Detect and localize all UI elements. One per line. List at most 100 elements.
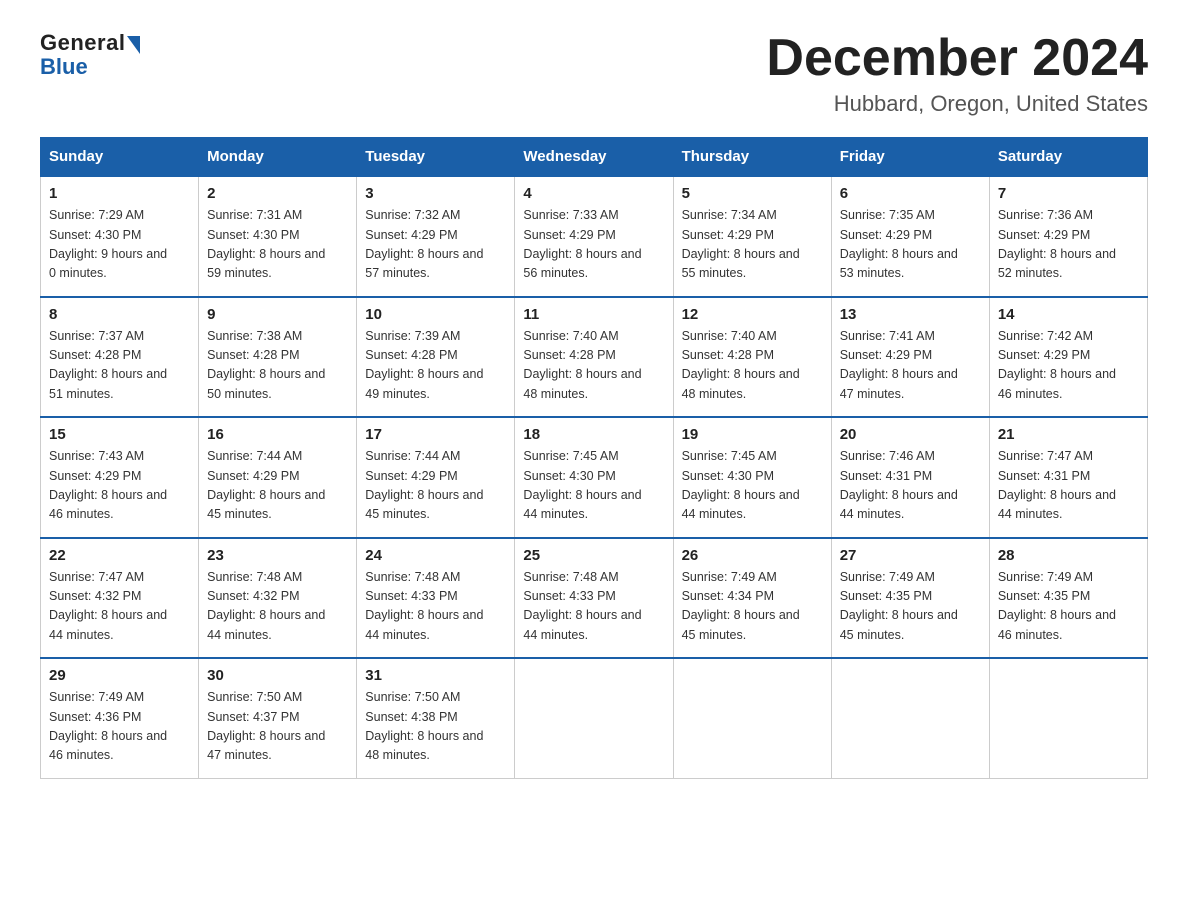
logo: General Blue — [40, 30, 140, 80]
day-number: 30 — [207, 667, 348, 684]
day-number: 25 — [523, 547, 664, 564]
day-number: 20 — [840, 426, 981, 443]
calendar-header-row: SundayMondayTuesdayWednesdayThursdayFrid… — [41, 138, 1148, 177]
calendar-week-row: 15 Sunrise: 7:43 AMSunset: 4:29 PMDayligh… — [41, 417, 1148, 538]
day-number: 7 — [998, 185, 1139, 202]
day-header-sunday: Sunday — [41, 138, 199, 177]
day-info: Sunrise: 7:38 AMSunset: 4:28 PMDaylight:… — [207, 327, 348, 405]
day-header-tuesday: Tuesday — [357, 138, 515, 177]
day-info: Sunrise: 7:40 AMSunset: 4:28 PMDaylight:… — [682, 327, 823, 405]
calendar-day-cell: 15 Sunrise: 7:43 AMSunset: 4:29 PMDayligh… — [41, 417, 199, 538]
day-number: 13 — [840, 306, 981, 323]
day-info: Sunrise: 7:40 AMSunset: 4:28 PMDaylight:… — [523, 327, 664, 405]
day-info: Sunrise: 7:41 AMSunset: 4:29 PMDaylight:… — [840, 327, 981, 405]
day-header-friday: Friday — [831, 138, 989, 177]
day-number: 3 — [365, 185, 506, 202]
day-info: Sunrise: 7:35 AMSunset: 4:29 PMDaylight:… — [840, 206, 981, 284]
calendar-day-cell: 27 Sunrise: 7:49 AMSunset: 4:35 PMDayligh… — [831, 538, 989, 659]
calendar-empty-cell — [673, 658, 831, 778]
day-number: 16 — [207, 426, 348, 443]
day-number: 31 — [365, 667, 506, 684]
day-number: 1 — [49, 185, 190, 202]
logo-general-text: General — [40, 30, 125, 56]
calendar-day-cell: 20 Sunrise: 7:46 AMSunset: 4:31 PMDayligh… — [831, 417, 989, 538]
calendar-day-cell: 17 Sunrise: 7:44 AMSunset: 4:29 PMDayligh… — [357, 417, 515, 538]
calendar-week-row: 29 Sunrise: 7:49 AMSunset: 4:36 PMDayligh… — [41, 658, 1148, 778]
calendar-day-cell: 25Sunrise: 7:48 AMSunset: 4:33 PMDayligh… — [515, 538, 673, 659]
calendar-table: SundayMondayTuesdayWednesdayThursdayFrid… — [40, 137, 1148, 779]
day-number: 11 — [523, 306, 664, 323]
calendar-empty-cell — [515, 658, 673, 778]
day-info: Sunrise: 7:44 AMSunset: 4:29 PMDaylight:… — [207, 447, 348, 525]
location-subtitle: Hubbard, Oregon, United States — [766, 91, 1148, 117]
day-info: Sunrise: 7:47 AMSunset: 4:31 PMDaylight:… — [998, 447, 1139, 525]
page-header: General Blue December 2024 Hubbard, Oreg… — [40, 30, 1148, 117]
day-info: Sunrise: 7:33 AMSunset: 4:29 PMDaylight:… — [523, 206, 664, 284]
day-number: 5 — [682, 185, 823, 202]
day-header-saturday: Saturday — [989, 138, 1147, 177]
day-info: Sunrise: 7:39 AMSunset: 4:28 PMDaylight:… — [365, 327, 506, 405]
day-number: 19 — [682, 426, 823, 443]
day-header-monday: Monday — [199, 138, 357, 177]
day-number: 21 — [998, 426, 1139, 443]
day-info: Sunrise: 7:31 AMSunset: 4:30 PMDaylight:… — [207, 206, 348, 284]
calendar-week-row: 8Sunrise: 7:37 AMSunset: 4:28 PMDaylight… — [41, 297, 1148, 418]
day-info: Sunrise: 7:46 AMSunset: 4:31 PMDaylight:… — [840, 447, 981, 525]
title-area: December 2024 Hubbard, Oregon, United St… — [766, 30, 1148, 117]
day-info: Sunrise: 7:50 AMSunset: 4:38 PMDaylight:… — [365, 688, 506, 766]
calendar-day-cell: 31 Sunrise: 7:50 AMSunset: 4:38 PMDayligh… — [357, 658, 515, 778]
day-info: Sunrise: 7:42 AMSunset: 4:29 PMDaylight:… — [998, 327, 1139, 405]
day-number: 12 — [682, 306, 823, 323]
calendar-day-cell: 13 Sunrise: 7:41 AMSunset: 4:29 PMDayligh… — [831, 297, 989, 418]
day-number: 14 — [998, 306, 1139, 323]
day-number: 29 — [49, 667, 190, 684]
calendar-day-cell: 8Sunrise: 7:37 AMSunset: 4:28 PMDaylight… — [41, 297, 199, 418]
calendar-day-cell: 23Sunrise: 7:48 AMSunset: 4:32 PMDayligh… — [199, 538, 357, 659]
calendar-day-cell: 29 Sunrise: 7:49 AMSunset: 4:36 PMDayligh… — [41, 658, 199, 778]
day-number: 26 — [682, 547, 823, 564]
day-number: 27 — [840, 547, 981, 564]
day-info: Sunrise: 7:50 AMSunset: 4:37 PMDaylight:… — [207, 688, 348, 766]
day-number: 15 — [49, 426, 190, 443]
logo-arrow-icon — [127, 36, 140, 54]
day-number: 10 — [365, 306, 506, 323]
logo-blue-text: Blue — [40, 54, 88, 80]
calendar-day-cell: 6 Sunrise: 7:35 AMSunset: 4:29 PMDaylight… — [831, 176, 989, 297]
month-title: December 2024 — [766, 30, 1148, 87]
day-number: 17 — [365, 426, 506, 443]
day-info: Sunrise: 7:45 AMSunset: 4:30 PMDaylight:… — [682, 447, 823, 525]
calendar-day-cell: 19 Sunrise: 7:45 AMSunset: 4:30 PMDayligh… — [673, 417, 831, 538]
calendar-week-row: 1 Sunrise: 7:29 AMSunset: 4:30 PMDaylight… — [41, 176, 1148, 297]
calendar-day-cell: 28Sunrise: 7:49 AMSunset: 4:35 PMDayligh… — [989, 538, 1147, 659]
day-info: Sunrise: 7:34 AMSunset: 4:29 PMDaylight:… — [682, 206, 823, 284]
calendar-day-cell: 10 Sunrise: 7:39 AMSunset: 4:28 PMDayligh… — [357, 297, 515, 418]
day-info: Sunrise: 7:49 AMSunset: 4:34 PMDaylight:… — [682, 568, 823, 646]
calendar-day-cell: 3 Sunrise: 7:32 AMSunset: 4:29 PMDaylight… — [357, 176, 515, 297]
day-info: Sunrise: 7:29 AMSunset: 4:30 PMDaylight:… — [49, 206, 190, 284]
day-header-thursday: Thursday — [673, 138, 831, 177]
calendar-week-row: 22 Sunrise: 7:47 AMSunset: 4:32 PMDayligh… — [41, 538, 1148, 659]
day-info: Sunrise: 7:43 AMSunset: 4:29 PMDaylight:… — [49, 447, 190, 525]
calendar-day-cell: 7Sunrise: 7:36 AMSunset: 4:29 PMDaylight… — [989, 176, 1147, 297]
day-info: Sunrise: 7:44 AMSunset: 4:29 PMDaylight:… — [365, 447, 506, 525]
day-number: 22 — [49, 547, 190, 564]
calendar-empty-cell — [989, 658, 1147, 778]
calendar-day-cell: 1 Sunrise: 7:29 AMSunset: 4:30 PMDaylight… — [41, 176, 199, 297]
calendar-day-cell: 2 Sunrise: 7:31 AMSunset: 4:30 PMDaylight… — [199, 176, 357, 297]
day-info: Sunrise: 7:32 AMSunset: 4:29 PMDaylight:… — [365, 206, 506, 284]
day-info: Sunrise: 7:48 AMSunset: 4:33 PMDaylight:… — [365, 568, 506, 646]
calendar-day-cell: 16 Sunrise: 7:44 AMSunset: 4:29 PMDayligh… — [199, 417, 357, 538]
day-info: Sunrise: 7:48 AMSunset: 4:32 PMDaylight:… — [207, 568, 348, 646]
calendar-day-cell: 21 Sunrise: 7:47 AMSunset: 4:31 PMDayligh… — [989, 417, 1147, 538]
day-info: Sunrise: 7:49 AMSunset: 4:36 PMDaylight:… — [49, 688, 190, 766]
day-number: 8 — [49, 306, 190, 323]
calendar-day-cell: 22 Sunrise: 7:47 AMSunset: 4:32 PMDayligh… — [41, 538, 199, 659]
day-number: 6 — [840, 185, 981, 202]
day-number: 9 — [207, 306, 348, 323]
day-info: Sunrise: 7:49 AMSunset: 4:35 PMDaylight:… — [840, 568, 981, 646]
day-info: Sunrise: 7:45 AMSunset: 4:30 PMDaylight:… — [523, 447, 664, 525]
day-info: Sunrise: 7:47 AMSunset: 4:32 PMDaylight:… — [49, 568, 190, 646]
day-number: 24 — [365, 547, 506, 564]
day-number: 2 — [207, 185, 348, 202]
day-number: 18 — [523, 426, 664, 443]
